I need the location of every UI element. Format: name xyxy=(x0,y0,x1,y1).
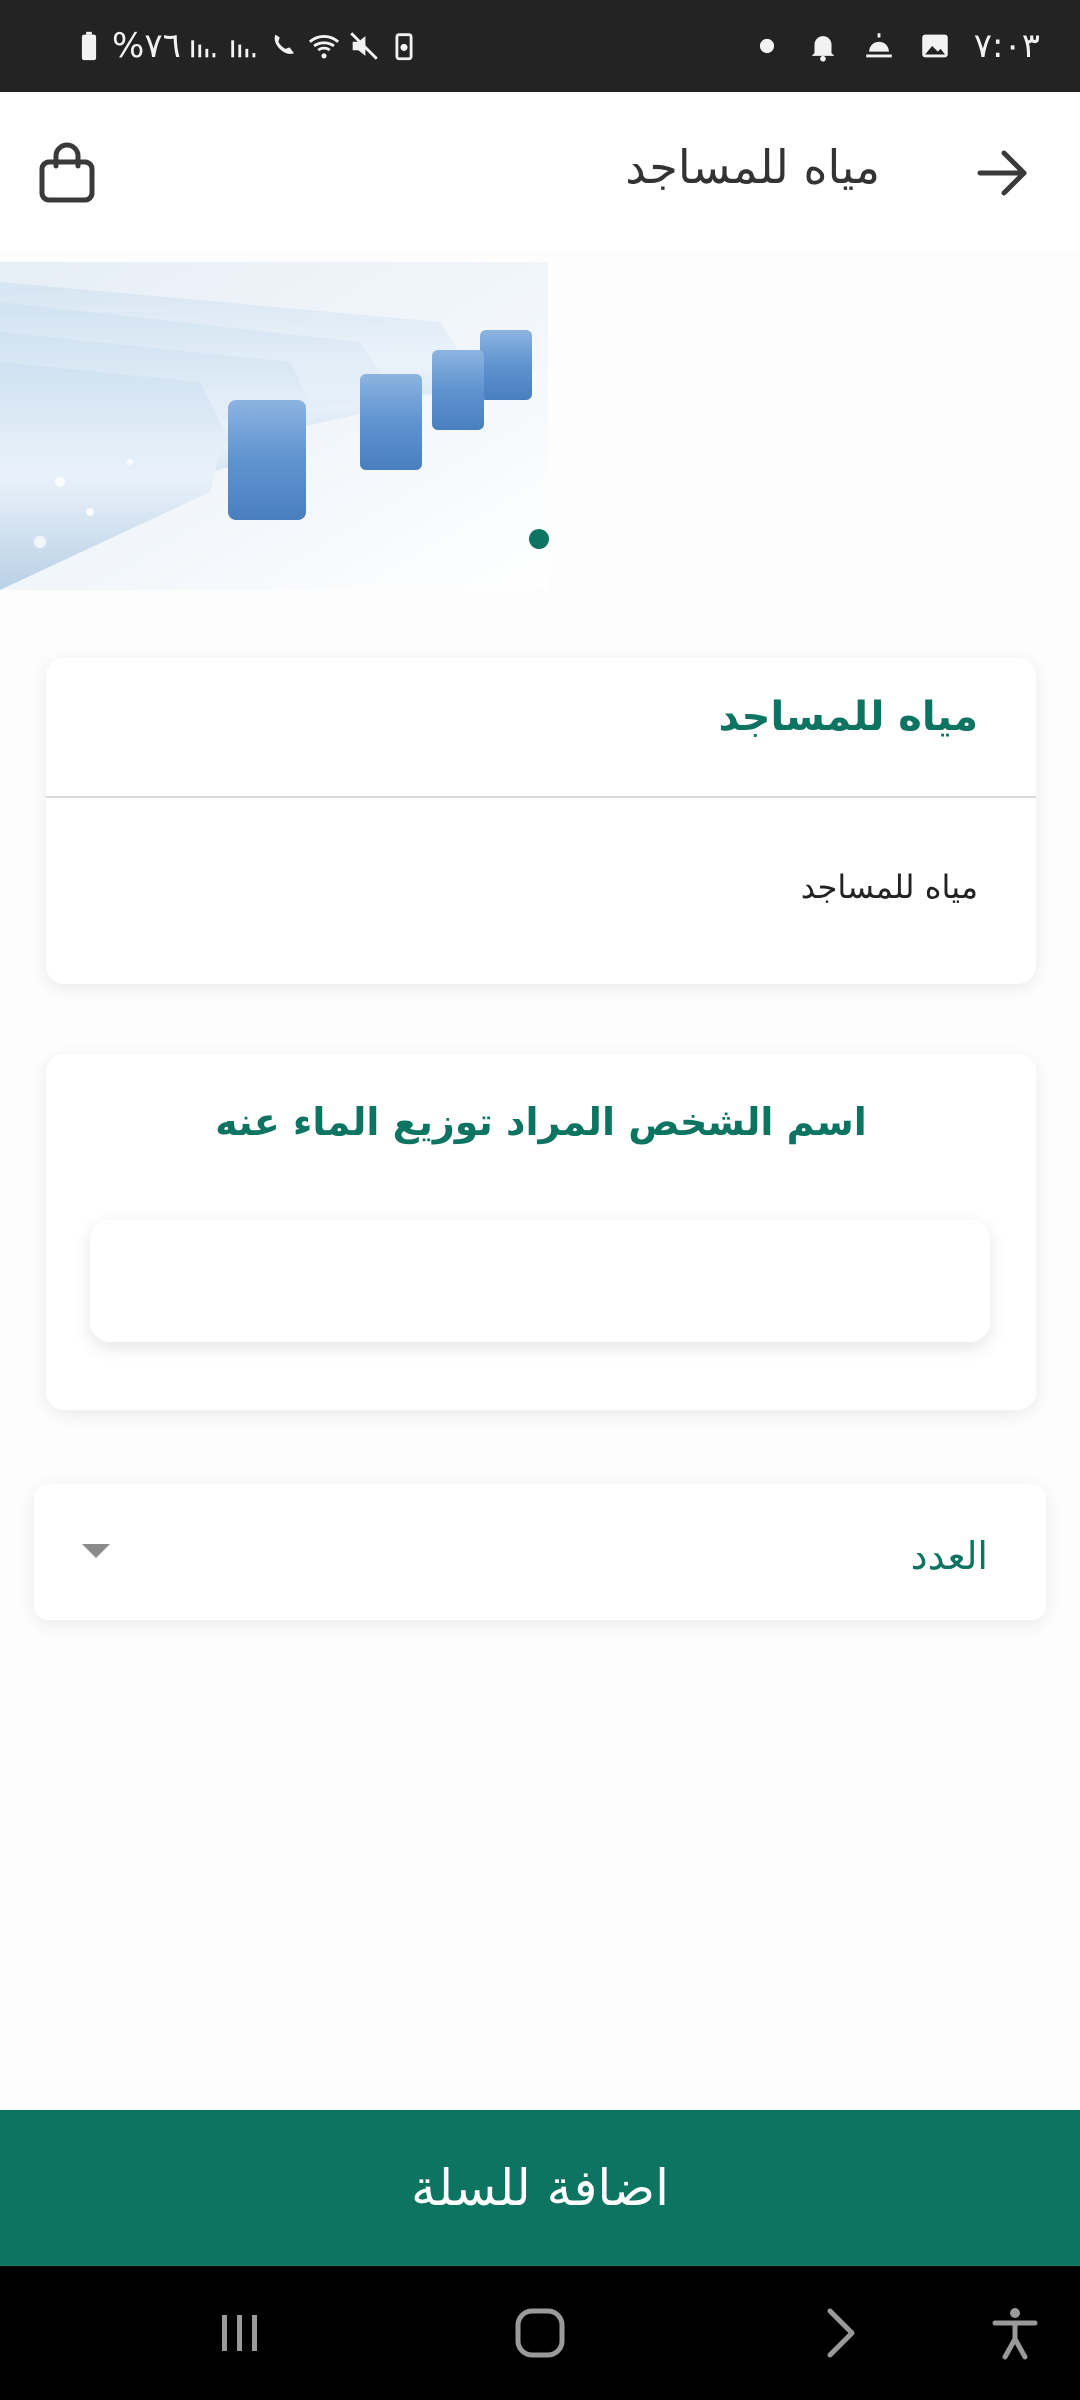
water-bottles-image xyxy=(0,262,548,590)
recent-apps-icon xyxy=(222,2315,257,2351)
carousel-indicator-dot[interactable] xyxy=(529,529,549,549)
bell-icon xyxy=(806,29,840,63)
wifi-icon xyxy=(307,29,341,63)
divider xyxy=(46,796,1036,798)
back-nav-button[interactable] xyxy=(800,2266,880,2400)
quantity-dropdown[interactable]: العدد xyxy=(34,1484,1046,1620)
weather-icon xyxy=(862,29,896,63)
dot-icon xyxy=(750,29,784,63)
recipient-card: اسم الشخص المراد توزيع الماء عنه xyxy=(46,1054,1036,1410)
system-nav-bar xyxy=(0,2266,1080,2400)
accessibility-button[interactable] xyxy=(975,2266,1055,2400)
mute-icon xyxy=(347,29,381,63)
wifi-call-icon xyxy=(267,29,301,63)
add-to-cart-button[interactable]: اضافة للسلة xyxy=(0,2110,1080,2266)
product-title: مياه للمساجد xyxy=(718,694,978,740)
status-left: %٧٦ xyxy=(72,0,421,92)
status-time: ٧:٠٣ xyxy=(973,26,1040,66)
arrow-right-icon xyxy=(977,150,1027,196)
recipient-name-input[interactable] xyxy=(90,1220,990,1342)
back-button[interactable] xyxy=(972,142,1034,204)
chevron-right-icon xyxy=(827,2308,855,2358)
page-title: مياه للمساجد xyxy=(625,140,880,194)
battery-saver-icon xyxy=(387,29,421,63)
cart-button[interactable] xyxy=(36,142,98,204)
quantity-label: العدد xyxy=(910,1534,988,1578)
home-button[interactable] xyxy=(500,2266,580,2400)
status-bar: %٧٦ ٧:٠٣ xyxy=(0,0,1080,92)
accessibility-icon xyxy=(992,2308,1038,2360)
shopping-bag-icon xyxy=(39,142,95,203)
gallery-icon xyxy=(918,29,952,63)
status-right: ٧:٠٣ xyxy=(750,0,1040,92)
recipient-label: اسم الشخص المراد توزيع الماء عنه xyxy=(215,1100,867,1144)
signal-icon xyxy=(187,29,221,63)
battery-percent: %٧٦ xyxy=(112,26,181,66)
product-info-card: مياه للمساجد مياه للمساجد xyxy=(46,658,1036,984)
product-description: مياه للمساجد xyxy=(800,868,978,906)
battery-icon xyxy=(72,29,106,63)
product-image[interactable] xyxy=(0,262,548,590)
app-bar: مياه للمساجد xyxy=(0,92,1080,252)
signal-icon-2 xyxy=(227,29,261,63)
chevron-down-icon xyxy=(82,1544,110,1558)
recent-apps-button[interactable] xyxy=(200,2266,280,2400)
home-icon xyxy=(515,2308,565,2358)
